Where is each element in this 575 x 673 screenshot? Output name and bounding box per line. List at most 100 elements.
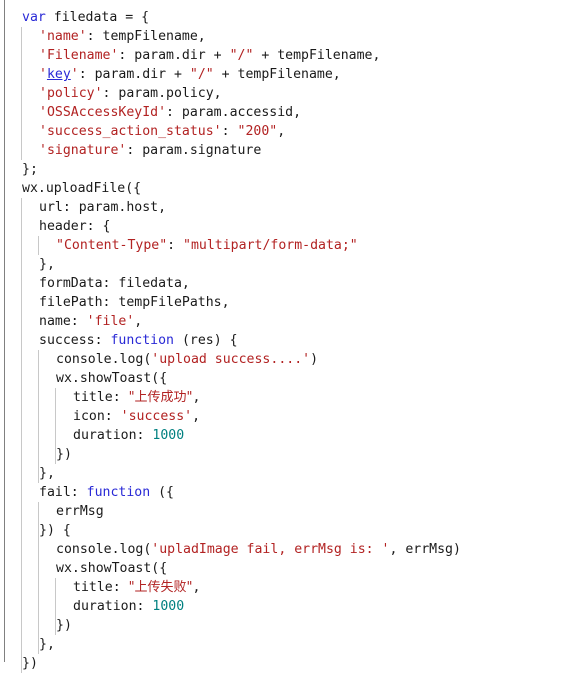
- code-line[interactable]: wx.uploadFile({: [0, 179, 461, 198]
- code-line[interactable]: success: function (res) {: [0, 331, 461, 350]
- code-line[interactable]: };: [0, 160, 461, 179]
- code-token: fail:: [39, 485, 87, 500]
- code-line[interactable]: }): [0, 654, 461, 673]
- code-line[interactable]: filePath: tempFilePaths,: [0, 293, 461, 312]
- code-line[interactable]: wx.showToast({: [0, 369, 461, 388]
- code-token: ': [70, 67, 79, 82]
- code-token: ({: [150, 485, 174, 500]
- code-token: duration:: [73, 599, 153, 614]
- code-token: : param.accessid,: [166, 105, 302, 120]
- code-token: var: [22, 10, 46, 25]
- code-token: console.log(: [56, 542, 152, 557]
- code-token: "/": [229, 48, 254, 63]
- code-token: 'OSSAccessKeyId': [39, 105, 167, 120]
- code-token: ': [39, 67, 47, 82]
- code-line-text: header: {: [0, 217, 110, 236]
- code-line-text: duration: 1000: [0, 426, 184, 445]
- code-line-text: "Content-Type": "multipart/form-data;": [0, 236, 358, 255]
- code-line[interactable]: name: 'file',: [0, 312, 461, 331]
- code-token: : param.dir +: [78, 67, 190, 82]
- code-token: key: [46, 67, 71, 82]
- code-line[interactable]: formData: filedata,: [0, 274, 461, 293]
- code-token: : param.dir +: [118, 48, 230, 63]
- code-token: :: [221, 124, 238, 139]
- code-line-text: errMsg: [0, 502, 104, 521]
- code-token: : param.signature: [126, 143, 262, 158]
- code-line[interactable]: duration: 1000: [0, 426, 461, 445]
- code-line-text: },: [0, 464, 55, 483]
- code-token: 'success_action_status': [39, 124, 222, 139]
- code-token: + tempFilename,: [213, 67, 341, 82]
- code-line[interactable]: 'success_action_status': "200",: [0, 122, 461, 141]
- code-line[interactable]: 'name': tempFilename,: [0, 27, 461, 46]
- code-line[interactable]: 'policy': param.policy,: [0, 84, 461, 103]
- code-line-text: success: function (res) {: [0, 331, 238, 350]
- code-token: 1000: [152, 599, 185, 614]
- code-line[interactable]: }): [0, 445, 461, 464]
- code-line-text: title: "上传失败",: [0, 578, 201, 597]
- code-token: : tempFilename,: [86, 29, 206, 44]
- code-token: filedata = {: [45, 10, 150, 25]
- code-line[interactable]: 'key': param.dir + "/" + tempFilename,: [0, 65, 461, 84]
- code-token: },: [39, 637, 55, 652]
- code-line-text: name: 'file',: [0, 312, 142, 331]
- code-line[interactable]: title: "上传成功",: [0, 388, 461, 407]
- code-line-text: var filedata = {: [0, 8, 149, 27]
- code-line[interactable]: duration: 1000: [0, 597, 461, 616]
- code-line[interactable]: 'OSSAccessKeyId': param.accessid,: [0, 103, 461, 122]
- code-line[interactable]: fail: function ({: [0, 483, 461, 502]
- code-line-text: 'key': param.dir + "/" + tempFilename,: [0, 65, 341, 84]
- code-line[interactable]: errMsg: [0, 502, 461, 521]
- code-line[interactable]: title: "上传失败",: [0, 578, 461, 597]
- code-line-text: wx.showToast({: [0, 559, 167, 578]
- code-token: wx.showToast({: [56, 561, 168, 576]
- code-content[interactable]: var filedata = {'name': tempFilename, 'Fi…: [0, 0, 461, 673]
- code-line-text: }): [0, 445, 72, 464]
- code-line[interactable]: var filedata = {: [0, 8, 461, 27]
- code-line-text: }): [0, 616, 72, 635]
- code-line-text: };: [0, 160, 38, 179]
- code-line[interactable]: console.log('upload success....'): [0, 350, 461, 369]
- code-token: }) {: [39, 523, 71, 538]
- code-line[interactable]: header: {: [0, 217, 461, 236]
- code-line[interactable]: 'Filename': param.dir + "/" + tempFilena…: [0, 46, 461, 65]
- code-token: ,: [134, 314, 143, 329]
- code-token: function: [86, 485, 151, 500]
- code-token: filePath: tempFilePaths,: [39, 295, 230, 310]
- code-line-text: wx.showToast({: [0, 369, 167, 388]
- code-line-text: formData: filedata,: [0, 274, 190, 293]
- code-line[interactable]: },: [0, 635, 461, 654]
- code-line[interactable]: url: param.host,: [0, 198, 461, 217]
- code-token: "/": [189, 67, 214, 82]
- code-line[interactable]: },: [0, 255, 461, 274]
- code-token: duration:: [73, 428, 153, 443]
- code-line[interactable]: 'signature': param.signature: [0, 141, 461, 160]
- code-token: ,: [192, 580, 201, 595]
- code-token: }): [22, 656, 38, 671]
- code-token: ): [310, 352, 319, 367]
- code-token: ,: [192, 409, 201, 424]
- code-token: 'name': [39, 29, 87, 44]
- code-token: "Content-Type": [56, 238, 168, 253]
- code-token: url: param.host,: [39, 200, 167, 215]
- code-line-text: },: [0, 635, 55, 654]
- code-line-text: 'success_action_status': "200",: [0, 122, 285, 141]
- code-line[interactable]: }): [0, 616, 461, 635]
- code-token: name:: [39, 314, 87, 329]
- code-token: wx.showToast({: [56, 371, 168, 386]
- code-token: ,: [192, 390, 201, 405]
- code-line[interactable]: "Content-Type": "multipart/form-data;": [0, 236, 461, 255]
- code-line[interactable]: wx.showToast({: [0, 559, 461, 578]
- code-line-text: }) {: [0, 521, 71, 540]
- code-line[interactable]: },: [0, 464, 461, 483]
- code-token: 'signature': [39, 143, 127, 158]
- code-line[interactable]: icon: 'success',: [0, 407, 461, 426]
- code-line[interactable]: console.log('upladImage fail, errMsg is:…: [0, 540, 461, 559]
- code-line-text: 'name': tempFilename,: [0, 27, 206, 46]
- code-editor-viewport[interactable]: var filedata = {'name': tempFilename, 'Fi…: [0, 0, 575, 673]
- code-token: "上传失败": [128, 580, 193, 595]
- code-token: formData: filedata,: [39, 276, 190, 291]
- code-line[interactable]: }) {: [0, 521, 461, 540]
- code-line-text: 'signature': param.signature: [0, 141, 261, 160]
- code-token: 'policy': [39, 86, 103, 101]
